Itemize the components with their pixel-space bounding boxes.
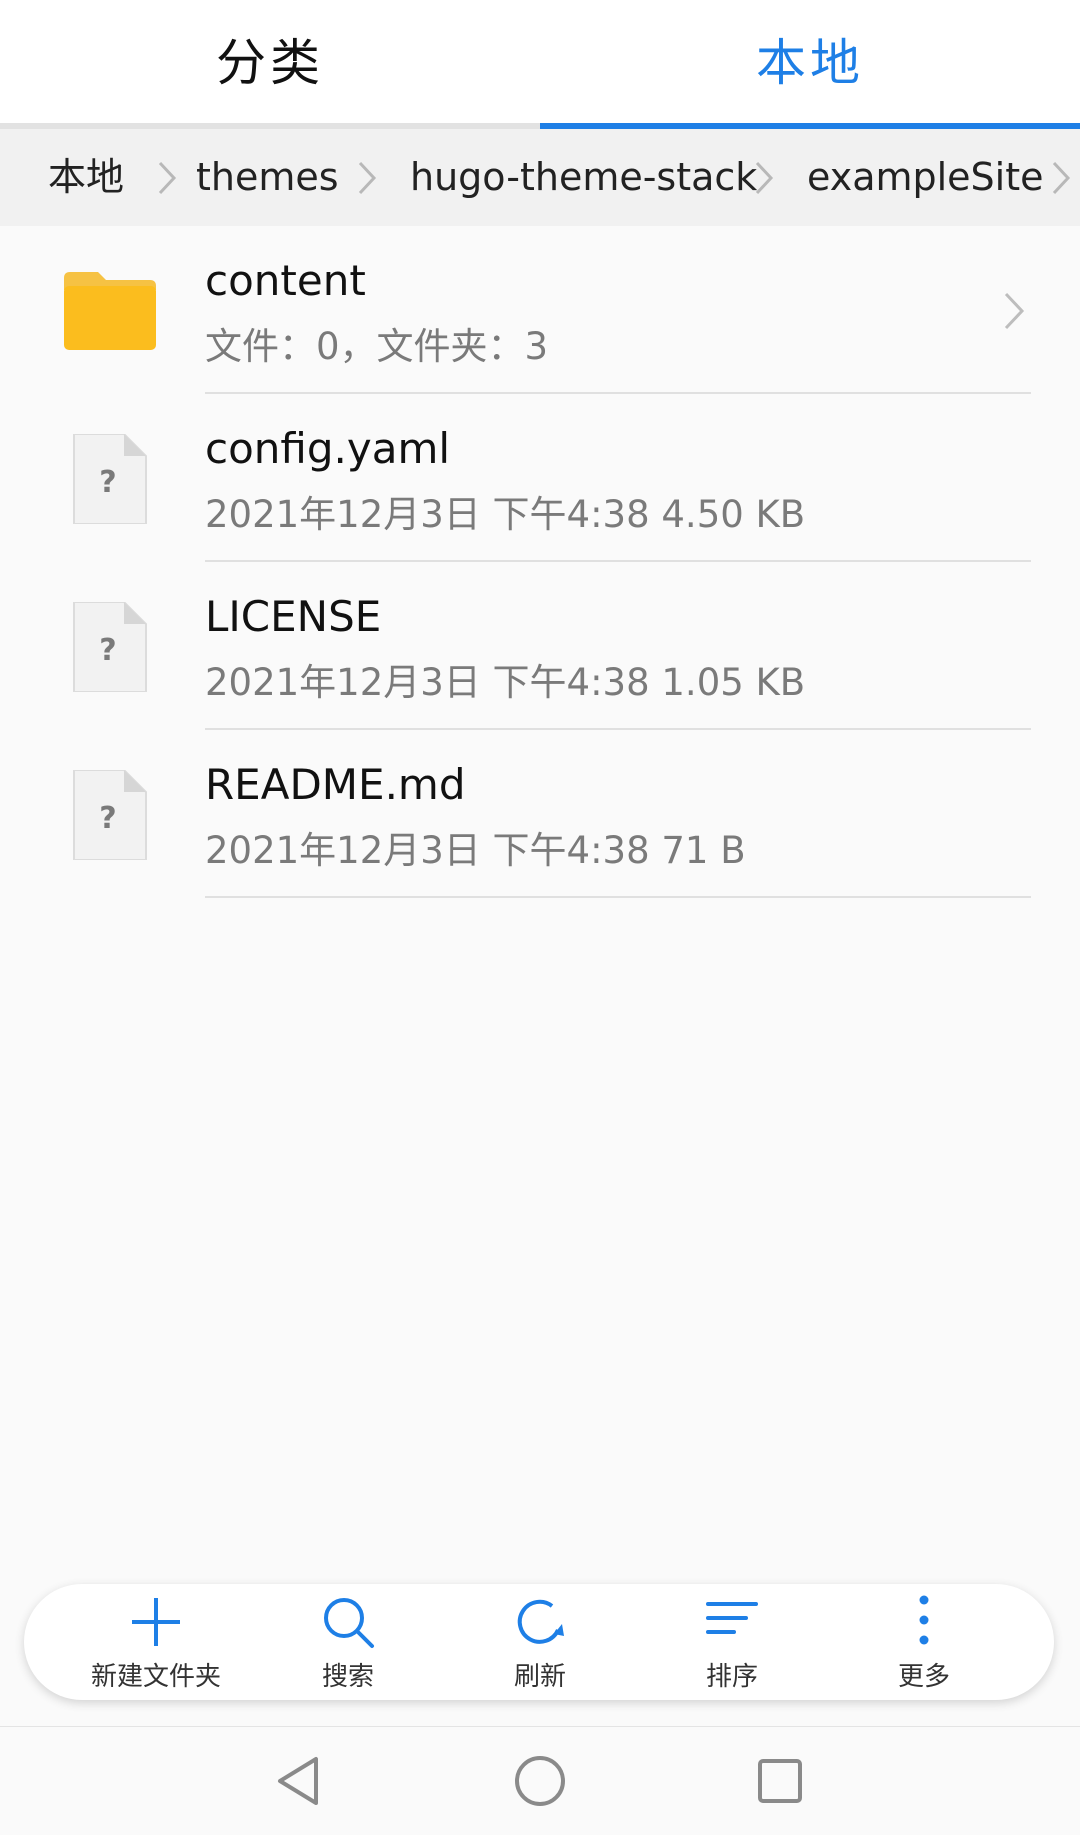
chevron-right-icon [358, 161, 377, 195]
file-name: README.md [205, 760, 466, 809]
list-item[interactable]: ? README.md 2021年12月3日 下午4:38 71 B [0, 730, 1080, 898]
chevron-right-icon [1004, 292, 1025, 330]
action-label: 搜索 [321, 1662, 374, 1692]
file-meta: 2021年12月3日 下午4:38 71 B [205, 829, 746, 872]
file-name: LICENSE [205, 592, 382, 641]
action-label: 排序 [705, 1662, 758, 1692]
plus-icon [132, 1598, 180, 1646]
more-button[interactable]: 更多 [834, 1584, 1014, 1700]
system-nav-bar [0, 1726, 1080, 1835]
divider [205, 896, 1031, 898]
chevron-right-icon [755, 161, 774, 195]
top-tab-bar: 分类 本地 [0, 0, 1080, 129]
file-name: content [205, 256, 366, 305]
breadcrumb-item-themes[interactable]: themes [196, 129, 339, 226]
unknown-file-icon: ? [73, 602, 147, 692]
file-meta: 文件：0，文件夹：3 [205, 325, 549, 368]
search-icon [324, 1598, 374, 1648]
list-item[interactable]: content 文件：0，文件夹：3 [0, 226, 1080, 394]
list-item[interactable]: ? config.yaml 2021年12月3日 下午4:38 4.50 KB [0, 394, 1080, 562]
breadcrumb: 本地 themes hugo-theme-stack exampleSite [0, 129, 1080, 226]
tab-category[interactable]: 分类 [0, 0, 540, 118]
action-label: 新建文件夹 [90, 1662, 221, 1692]
tab-local[interactable]: 本地 [540, 0, 1080, 118]
file-name: config.yaml [205, 424, 451, 473]
unknown-file-icon: ? [73, 434, 147, 524]
new-folder-button[interactable]: 新建文件夹 [66, 1584, 246, 1700]
home-icon[interactable] [512, 1753, 568, 1809]
svg-text:?: ? [99, 633, 116, 668]
svg-text:?: ? [99, 465, 116, 500]
search-button[interactable]: 搜索 [258, 1584, 438, 1700]
breadcrumb-item-examplesite[interactable]: exampleSite [807, 129, 1044, 226]
refresh-icon [517, 1599, 564, 1644]
chevron-right-icon [1052, 161, 1071, 195]
bottom-action-bar: 新建文件夹 搜索 刷新 排序 更多 [24, 1584, 1054, 1700]
svg-text:?: ? [99, 801, 116, 836]
unknown-file-icon: ? [73, 770, 147, 860]
file-meta: 2021年12月3日 下午4:38 1.05 KB [205, 661, 806, 704]
breadcrumb-item-hugo-theme-stack[interactable]: hugo-theme-stack [410, 129, 757, 226]
chevron-right-icon [158, 161, 177, 195]
sort-button[interactable]: 排序 [642, 1584, 822, 1700]
refresh-button[interactable]: 刷新 [450, 1584, 630, 1700]
back-icon[interactable] [272, 1753, 328, 1809]
file-meta: 2021年12月3日 下午4:38 4.50 KB [205, 493, 806, 536]
sort-icon [706, 1602, 758, 1634]
more-vertical-icon [919, 1595, 929, 1645]
recents-icon[interactable] [752, 1753, 808, 1809]
action-label: 更多 [897, 1662, 950, 1692]
action-label: 刷新 [513, 1662, 566, 1692]
list-item[interactable]: ? LICENSE 2021年12月3日 下午4:38 1.05 KB [0, 562, 1080, 730]
folder-icon [64, 272, 156, 350]
breadcrumb-item-local[interactable]: 本地 [48, 129, 124, 226]
